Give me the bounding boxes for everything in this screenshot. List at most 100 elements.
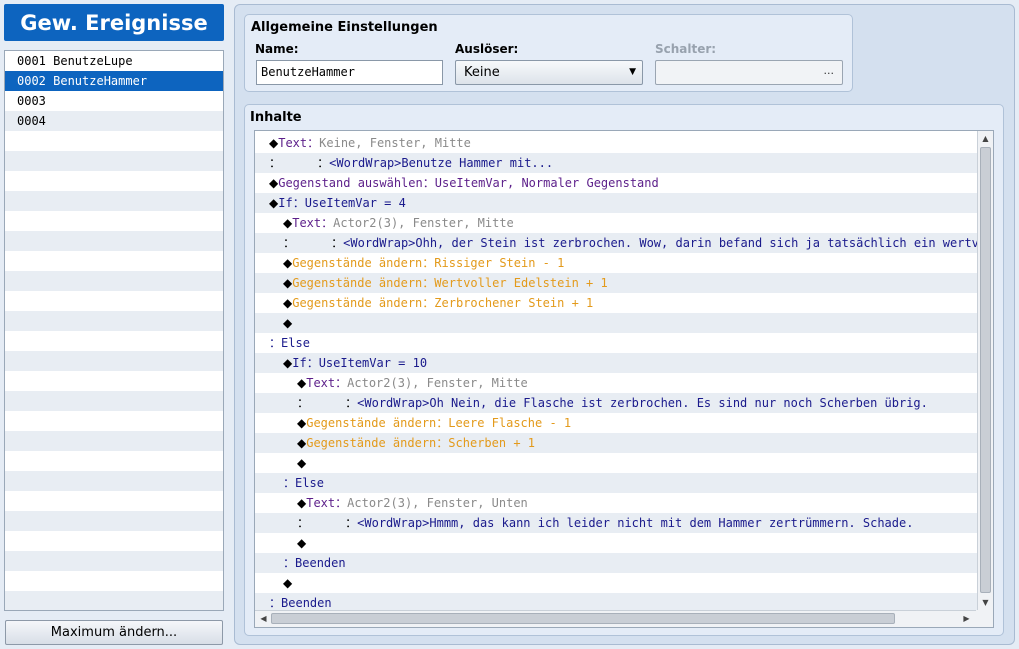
command-bullet-icon: ◆ xyxy=(283,356,293,370)
command-row[interactable]: ◆Text：Actor2(3), Fenster, Unten xyxy=(255,493,977,513)
event-list-item[interactable] xyxy=(5,351,223,371)
command-row[interactable]: ◆ xyxy=(255,313,977,333)
event-list-item[interactable] xyxy=(5,471,223,491)
command-bullet-icon: ◆ xyxy=(269,176,279,190)
command-row[interactable]: ◆Text：Actor2(3), Fenster, Mitte xyxy=(255,213,977,233)
command-row[interactable]: ： ：<WordWrap>Ohh, der Stein ist zerbroch… xyxy=(255,233,977,253)
command-text: ： xyxy=(422,276,435,290)
event-list-item[interactable] xyxy=(5,271,223,291)
command-text: ： xyxy=(436,436,449,450)
command-row[interactable]: ◆Gegenstände ändern：Rissiger Stein - 1 xyxy=(255,253,977,273)
general-settings-title: Allgemeine Einstellungen xyxy=(251,20,438,35)
command-bullet-icon: ◆ xyxy=(283,276,293,290)
command-text: Rissiger Stein - 1 xyxy=(434,256,565,270)
event-list-item[interactable] xyxy=(5,571,223,591)
event-list-item[interactable]: 0004 xyxy=(5,111,223,131)
command-row[interactable]: ◆Gegenstände ändern：Leere Flasche - 1 xyxy=(255,413,977,433)
command-text: <WordWrap>Hmmm, das kann ich leider nich… xyxy=(357,516,914,530)
scroll-right-arrow-icon[interactable]: ▶ xyxy=(959,612,974,626)
event-list-item[interactable] xyxy=(5,331,223,351)
trigger-select[interactable]: Keine ▼ xyxy=(455,60,643,85)
command-row[interactable]: ◆Gegenstände ändern：Scherben + 1 xyxy=(255,433,977,453)
event-list-item[interactable] xyxy=(5,451,223,471)
event-list-item[interactable] xyxy=(5,551,223,571)
event-list-item[interactable] xyxy=(5,291,223,311)
event-list-item[interactable] xyxy=(5,171,223,191)
command-row[interactable]: ◆Gegenstand auswählen：UseItemVar, Normal… xyxy=(255,173,977,193)
horizontal-scrollbar[interactable]: ◀ ▶ xyxy=(255,610,977,627)
command-text: Keine, Fenster, Mitte xyxy=(319,136,471,150)
scroll-left-arrow-icon[interactable]: ◀ xyxy=(256,612,271,626)
event-list-item[interactable] xyxy=(5,231,223,251)
command-text: ： xyxy=(335,376,348,390)
command-text: Else xyxy=(295,476,324,490)
command-text: ： xyxy=(306,356,319,370)
command-text: Gegenstände ändern xyxy=(306,416,437,430)
command-text: ： xyxy=(292,196,305,210)
command-row[interactable]: ： ：<WordWrap>Oh Nein, die Flasche ist ze… xyxy=(255,393,977,413)
command-row[interactable]: ◆Gegenstände ändern：Wertvoller Edelstein… xyxy=(255,273,977,293)
scroll-down-arrow-icon[interactable]: ▼ xyxy=(978,596,993,610)
command-text: ： xyxy=(335,496,348,510)
scrollbar-corner xyxy=(976,610,993,627)
event-list-item[interactable]: 0001 BenutzeLupe xyxy=(5,51,223,71)
command-text: Gegenstand auswählen xyxy=(278,176,423,190)
event-list-item[interactable] xyxy=(5,591,223,610)
event-list-item[interactable] xyxy=(5,371,223,391)
event-list-item[interactable] xyxy=(5,391,223,411)
event-list-item[interactable] xyxy=(5,131,223,151)
event-list-item[interactable] xyxy=(5,211,223,231)
command-row[interactable]: ◆If：UseItemVar = 4 xyxy=(255,193,977,213)
command-text: ： xyxy=(295,236,344,250)
command-text: ： xyxy=(309,396,358,410)
event-list-item[interactable] xyxy=(5,531,223,551)
command-text: ： xyxy=(309,516,358,530)
command-row[interactable]: ◆ xyxy=(255,573,977,593)
event-list[interactable]: 0001 BenutzeLupe 0002 BenutzeHammer 0003 00… xyxy=(4,50,224,611)
horizontal-scroll-thumb[interactable] xyxy=(271,613,895,624)
command-text: Leere Flasche - 1 xyxy=(448,416,572,430)
command-text: Else xyxy=(281,336,310,350)
command-row[interactable]: ◆ xyxy=(255,533,977,553)
command-text: Beenden xyxy=(281,596,332,610)
event-list-item[interactable]: 0002 BenutzeHammer xyxy=(5,71,223,91)
change-maximum-button[interactable]: Maximum ändern... xyxy=(5,620,223,645)
event-list-item[interactable] xyxy=(5,431,223,451)
command-row[interactable]: ：Beenden xyxy=(255,553,977,573)
command-bullet-icon: ◆ xyxy=(283,256,293,270)
event-list-item[interactable] xyxy=(5,191,223,211)
command-row[interactable]: ◆Text：Keine, Fenster, Mitte xyxy=(255,133,977,153)
command-list[interactable]: ◆Text：Keine, Fenster, Mitte： ：<WordWrap>… xyxy=(254,130,994,628)
vertical-scrollbar[interactable]: ▲ ▼ xyxy=(977,131,993,611)
event-list-item[interactable] xyxy=(5,511,223,531)
command-text: Gegenstände ändern xyxy=(292,296,423,310)
panel-title: Gew. Ereignisse xyxy=(4,4,224,41)
command-text: ： xyxy=(297,396,310,410)
command-text: Beenden xyxy=(295,556,346,570)
command-row[interactable]: ◆Text：Actor2(3), Fenster, Mitte xyxy=(255,373,977,393)
command-row[interactable]: ◆Gegenstände ändern：Zerbrochener Stein +… xyxy=(255,293,977,313)
command-row[interactable]: ：Else xyxy=(255,333,977,353)
event-list-item[interactable] xyxy=(5,411,223,431)
name-field[interactable]: BenutzeHammer xyxy=(256,60,443,85)
command-row[interactable]: ◆If：UseItemVar = 10 xyxy=(255,353,977,373)
command-row[interactable]: ： ：<WordWrap>Benutze Hammer mit... xyxy=(255,153,977,173)
command-text: <WordWrap>Oh Nein, die Flasche ist zerbr… xyxy=(357,396,928,410)
event-list-item[interactable]: 0003 xyxy=(5,91,223,111)
event-list-item[interactable] xyxy=(5,491,223,511)
command-row[interactable]: ◆ xyxy=(255,453,977,473)
command-text: ： xyxy=(321,216,334,230)
command-text: Actor2(3), Fenster, Mitte xyxy=(347,376,528,390)
command-text: Gegenstände ändern xyxy=(306,436,437,450)
command-text: ： xyxy=(422,296,435,310)
vertical-scroll-thumb[interactable] xyxy=(980,147,991,593)
command-text: Wertvoller Edelstein + 1 xyxy=(434,276,608,290)
command-row[interactable]: ：Else xyxy=(255,473,977,493)
contents-title: Inhalte xyxy=(250,110,302,125)
scroll-up-arrow-icon[interactable]: ▲ xyxy=(978,132,993,146)
event-list-item[interactable] xyxy=(5,251,223,271)
command-row[interactable]: ： ：<WordWrap>Hmmm, das kann ich leider n… xyxy=(255,513,977,533)
general-settings-section: Allgemeine Einstellungen Name: BenutzeHa… xyxy=(244,14,853,92)
event-list-item[interactable] xyxy=(5,311,223,331)
event-list-item[interactable] xyxy=(5,151,223,171)
